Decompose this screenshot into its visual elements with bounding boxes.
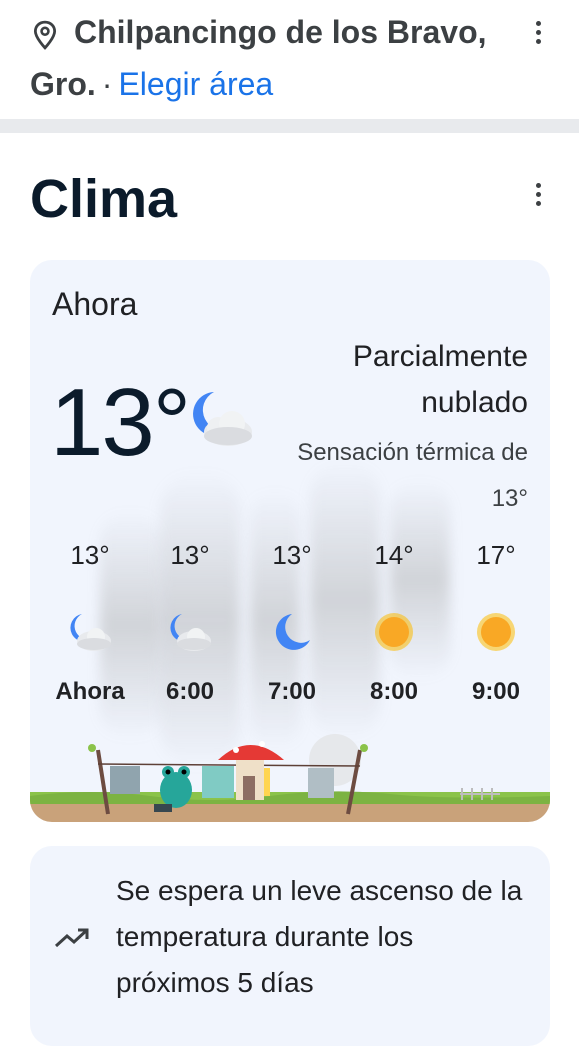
hourly-item[interactable]: 17° 9:00 — [446, 540, 546, 706]
more-vert-icon — [535, 20, 541, 26]
hourly-item[interactable]: 14° 8:00 — [344, 540, 444, 706]
hourly-item[interactable]: 13° 6:00 — [140, 540, 240, 706]
feels-like-text: Sensación térmica de 13° — [297, 439, 528, 512]
hourly-time: 9:00 — [471, 678, 521, 705]
weather-scene-illustration — [30, 734, 550, 822]
partly-cloudy-night-icon — [70, 614, 111, 651]
separator-dot: · — [101, 66, 113, 102]
trending-up-icon — [54, 928, 89, 948]
section-divider — [0, 119, 579, 133]
choose-area-link[interactable]: Elegir área — [118, 66, 273, 102]
partly-cloudy-night-icon — [170, 614, 211, 651]
weather-title: Clima — [30, 169, 178, 229]
sun-icon — [477, 613, 515, 651]
moon-icon — [275, 614, 310, 650]
sun-icon — [375, 613, 413, 651]
location-state: Gro. — [30, 66, 96, 102]
hourly-temp: 13° — [272, 540, 312, 570]
more-vert-icon — [535, 182, 541, 188]
now-label: Ahora — [52, 286, 138, 322]
partly-cloudy-night-icon — [193, 392, 252, 446]
hourly-temp: 14° — [374, 540, 414, 570]
hourly-temp: 13° — [170, 540, 210, 570]
location-line2: Gro. · Elegir área — [30, 66, 273, 103]
hourly-temp: 17° — [476, 540, 516, 570]
current-temperature: 13° — [50, 369, 191, 476]
hourly-temp: 13° — [70, 540, 110, 570]
weather-card[interactable]: Ahora 13° Parcialmente nublado Sensación… — [30, 260, 550, 822]
location-header: Chilpancingo de los Bravo, Gro. · Elegir á… — [0, 0, 579, 118]
hourly-time: 7:00 — [267, 678, 317, 705]
hourly-item[interactable]: 13° Ahora — [40, 540, 140, 706]
temperature-trend-card[interactable]: Se espera un leve ascenso de la temperat… — [30, 846, 550, 1046]
weather-menu-button[interactable] — [526, 176, 550, 212]
location-name: Chilpancingo de los Bravo, — [74, 14, 487, 50]
hourly-time: Ahora — [55, 678, 125, 705]
condition-text: Parcialmente nublado — [352, 340, 528, 419]
hourly-time: 8:00 — [369, 678, 419, 705]
hourly-time: 6:00 — [165, 678, 215, 705]
hourly-item[interactable]: 13° 7:00 — [242, 540, 342, 706]
location-pin-icon — [33, 20, 57, 50]
trend-text: Se espera un leve ascenso de la temperat… — [116, 875, 523, 998]
location-menu-button[interactable] — [526, 14, 550, 50]
